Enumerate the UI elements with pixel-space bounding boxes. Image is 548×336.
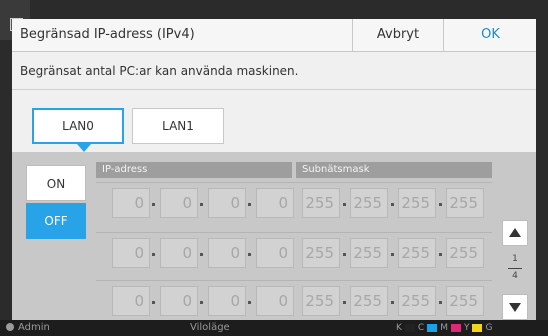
ip-octet-3[interactable]: 0 (208, 188, 246, 218)
mask-octet-4[interactable]: 255 (446, 188, 484, 218)
mask-octet-2[interactable]: 255 (350, 188, 388, 218)
scroll-down-button[interactable] (502, 294, 528, 320)
ip-octet-2[interactable]: 0 (160, 238, 198, 268)
ip-address-header: IP-adress (96, 162, 292, 178)
page-fraction-line (508, 268, 522, 269)
scroll-up-button[interactable] (502, 220, 528, 246)
ink-levels: K C M Y G (396, 323, 492, 333)
ip-octet-4[interactable]: 0 (256, 188, 294, 218)
ip-entry-row[interactable]: 0 0 0 0 255 255 255 255 (96, 232, 492, 273)
restricted-ip-dialog: Begränsad IP-adress (IPv4) Avbryt OK Beg… (12, 19, 536, 320)
arrow-down-icon (509, 303, 521, 312)
subnet-mask-header: Subnätsmask (296, 162, 492, 178)
octet-dot (439, 253, 442, 256)
octet-dot (248, 301, 251, 304)
ok-button[interactable]: OK (443, 19, 536, 51)
ip-octet-1[interactable]: 0 (112, 188, 150, 218)
octet-dot (200, 203, 203, 206)
ink-c-swatch (427, 324, 438, 332)
ink-label-c: C (417, 323, 425, 333)
mask-octet-2[interactable]: 255 (350, 286, 388, 316)
mask-octet-4[interactable]: 255 (446, 238, 484, 268)
octet-dot (200, 301, 203, 304)
toggle-off-button[interactable]: OFF (26, 203, 86, 239)
ink-k-swatch (404, 324, 415, 332)
octet-dot (248, 253, 251, 256)
dialog-description: Begränsat antal PC:ar kan använda maskin… (20, 64, 299, 78)
total-pages: 4 (512, 271, 518, 281)
status-bar: Admin Viloläge K C M Y G (0, 320, 548, 336)
octet-dot (248, 203, 251, 206)
octet-dot (391, 253, 394, 256)
ip-octet-2[interactable]: 0 (160, 188, 198, 218)
user-icon (6, 323, 14, 331)
ip-octet-1[interactable]: 0 (112, 238, 150, 268)
mask-octet-4[interactable]: 255 (446, 286, 484, 316)
mask-octet-1[interactable]: 255 (302, 238, 340, 268)
dialog-title: Begränsad IP-adress (IPv4) (20, 27, 195, 42)
octet-dot (391, 203, 394, 206)
ip-octet-3[interactable]: 0 (208, 286, 246, 316)
octet-dot (152, 301, 155, 304)
mask-octet-3[interactable]: 255 (398, 238, 436, 268)
status-user: Admin (18, 322, 50, 333)
ip-settings-panel: ON OFF IP-adress Subnätsmask 0 0 0 0 255… (12, 152, 536, 320)
octet-dot (152, 253, 155, 256)
mask-octet-2[interactable]: 255 (350, 238, 388, 268)
octet-dot (200, 253, 203, 256)
cancel-button[interactable]: Avbryt (352, 19, 443, 51)
octet-dot (439, 301, 442, 304)
pager: 1 4 (499, 162, 533, 320)
ip-octet-4[interactable]: 0 (256, 286, 294, 316)
ip-octet-3[interactable]: 0 (208, 238, 246, 268)
ink-y-swatch (472, 324, 483, 332)
ink-label-m: M (440, 323, 448, 333)
octet-dot (343, 301, 346, 304)
octet-dot (152, 203, 155, 206)
mask-octet-1[interactable]: 255 (302, 286, 340, 316)
mask-octet-3[interactable]: 255 (398, 286, 436, 316)
toggle-on-button[interactable]: ON (26, 165, 86, 201)
octet-dot (343, 253, 346, 256)
octet-dot (343, 203, 346, 206)
divider (12, 89, 536, 90)
ink-m-swatch (450, 324, 461, 332)
ip-entry-row[interactable]: 0 0 0 0 255 255 255 255 (96, 280, 492, 320)
ink-label-k: K (396, 323, 402, 333)
ink-label-y: Y (463, 323, 470, 333)
tab-lan0[interactable]: LAN0 (32, 108, 124, 144)
tab-lan1[interactable]: LAN1 (132, 108, 224, 144)
ip-octet-1[interactable]: 0 (112, 286, 150, 316)
octet-dot (439, 203, 442, 206)
status-mode: Viloläge (190, 322, 230, 333)
arrow-up-icon (509, 228, 521, 237)
ink-label-g: G (485, 323, 493, 333)
current-page: 1 (512, 254, 518, 264)
active-tab-pointer (77, 144, 91, 152)
ip-octet-2[interactable]: 0 (160, 286, 198, 316)
mask-octet-3[interactable]: 255 (398, 188, 436, 218)
ip-octet-4[interactable]: 0 (256, 238, 294, 268)
ip-entry-row[interactable]: 0 0 0 0 255 255 255 255 (96, 182, 492, 223)
mask-octet-1[interactable]: 255 (302, 188, 340, 218)
octet-dot (391, 301, 394, 304)
dialog-titlebar: Begränsad IP-adress (IPv4) Avbryt OK (12, 19, 536, 52)
